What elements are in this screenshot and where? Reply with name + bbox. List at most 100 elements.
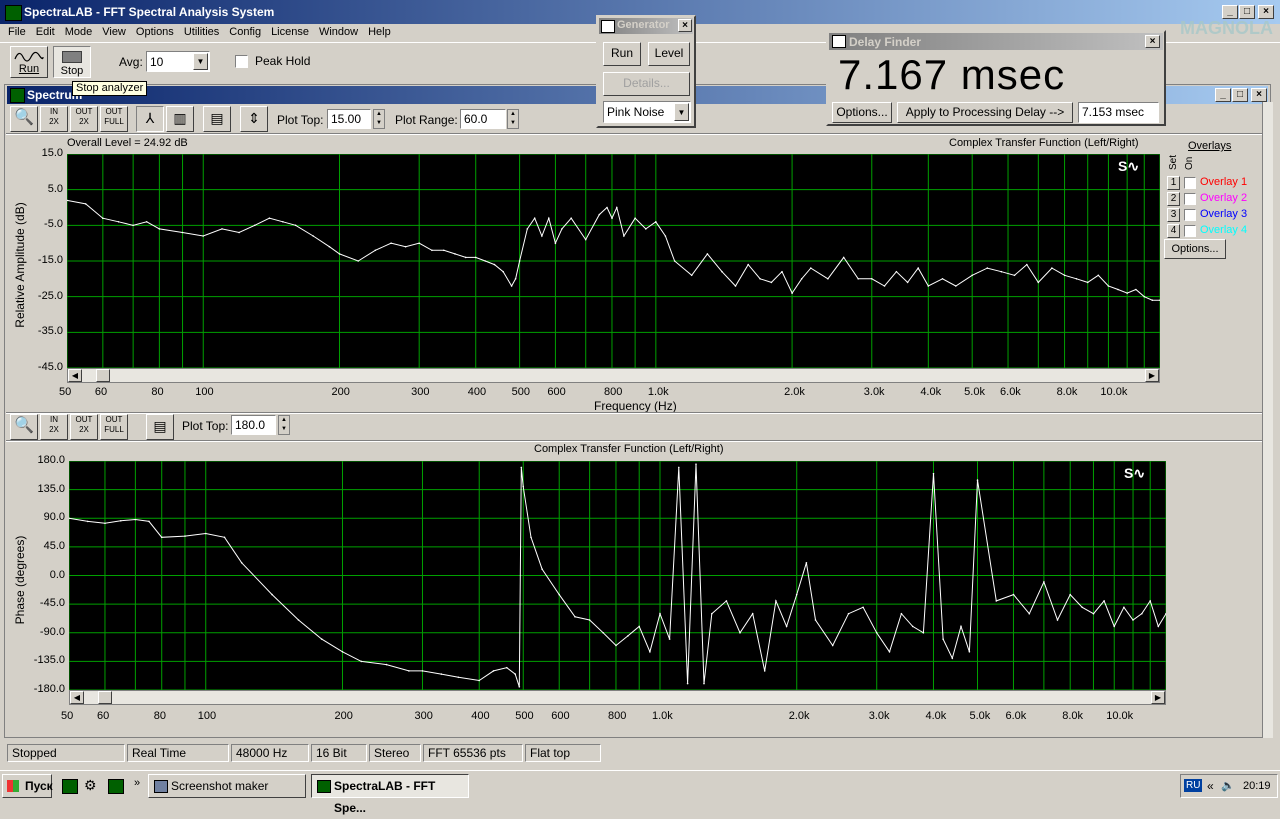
zoom-out-2x-icon[interactable]: OUT 2X	[70, 106, 98, 132]
overlay-set-button[interactable]: 4	[1167, 224, 1180, 238]
tray-sound-icon[interactable]: 🔈	[1221, 779, 1235, 792]
phase-data-point	[1012, 593, 1015, 596]
phase-zoom-in-2x-icon[interactable]: IN 2X	[40, 414, 68, 440]
phase-data-point	[922, 632, 925, 634]
phase-data-point	[1043, 581, 1045, 583]
delay-finder-close-button[interactable]: ×	[1145, 35, 1160, 48]
menu-edit[interactable]: Edit	[31, 22, 60, 42]
overlay-on-checkbox[interactable]	[1184, 177, 1196, 189]
phase-zoom-out-full-icon[interactable]: OUT FULL	[100, 414, 128, 440]
menu-options[interactable]: Options	[131, 22, 179, 42]
generator-run-button[interactable]: Run	[603, 42, 641, 66]
menu-window[interactable]: Window	[314, 22, 363, 42]
phase-zoom-out-2x-icon[interactable]: OUT 2X	[70, 414, 98, 440]
menu-help[interactable]: Help	[363, 22, 396, 42]
plot-range-spinner[interactable]: ▲ ▼	[507, 109, 519, 129]
amp-scrollbar[interactable]: ◀ ▶	[67, 368, 1160, 383]
layout-icon[interactable]: ▤	[203, 106, 231, 132]
phase-plot[interactable]	[68, 460, 1167, 691]
spectrum-minimize-button[interactable]: _	[1215, 88, 1231, 102]
bar-plot-icon[interactable]: ▥	[166, 106, 194, 132]
overlays-options-button[interactable]: Options...	[1164, 239, 1226, 259]
overlay-on-checkbox[interactable]	[1184, 209, 1196, 221]
phase-zoom-icon[interactable]: 🔍	[10, 414, 38, 440]
language-indicator[interactable]: RU	[1184, 779, 1203, 792]
close-button[interactable]: ×	[1258, 5, 1274, 19]
amp-data-point	[734, 285, 737, 287]
generator-dropdown-arrow[interactable]: ▼	[674, 103, 689, 121]
generator-details-button[interactable]: Details...	[603, 72, 690, 96]
amp-xtick-label: 600	[547, 386, 566, 398]
phase-plot-top-spinner[interactable]: ▲ ▼	[278, 415, 290, 435]
run-button[interactable]: Run	[10, 46, 48, 78]
phase-scroll-right[interactable]: ▶	[1151, 691, 1165, 704]
menu-file[interactable]: File	[3, 22, 31, 42]
quicklaunch-app2-icon[interactable]	[108, 779, 124, 794]
phase-scroll-thumb[interactable]	[98, 691, 112, 704]
menu-license[interactable]: License	[266, 22, 314, 42]
peak-hold-checkbox[interactable]	[235, 55, 248, 68]
overlay-on-checkbox[interactable]	[1184, 193, 1196, 205]
stop-button[interactable]: Stop	[53, 46, 91, 78]
spectrum-maximize-button[interactable]: □	[1232, 88, 1248, 102]
delay-options-button[interactable]: Options...	[832, 102, 892, 123]
overlay-on-checkbox[interactable]	[1184, 225, 1196, 237]
avg-select[interactable]: 10 ▼	[146, 51, 210, 72]
phase-scrollbar[interactable]: ◀ ▶	[69, 690, 1166, 705]
task-spectralab[interactable]: SpectraLAB - FFT Spe...	[311, 774, 469, 815]
overlays-title[interactable]: Overlays	[1188, 140, 1231, 152]
quicklaunch-gear-icon[interactable]: ⚙	[84, 777, 97, 794]
menu-view[interactable]: View	[97, 22, 131, 42]
magnola-logo: MAGNOLA	[1180, 18, 1273, 38]
generator-close-button[interactable]: ×	[678, 19, 692, 32]
phase-plot-top-label: Plot Top:	[182, 419, 229, 433]
amp-data-point	[1051, 267, 1053, 269]
amp-plot[interactable]	[66, 153, 1161, 369]
apply-delay-button[interactable]: Apply to Processing Delay -->	[897, 102, 1073, 123]
zoom-icon[interactable]: 🔍	[10, 106, 38, 132]
phase-scroll-left[interactable]: ◀	[70, 691, 84, 704]
generator-signal-select[interactable]: Pink Noise ▼	[603, 101, 691, 123]
plot-range-input[interactable]: 60.0	[460, 109, 506, 129]
amp-scroll-right[interactable]: ▶	[1145, 369, 1159, 382]
overlay-set-button[interactable]: 2	[1167, 192, 1180, 206]
menu-config[interactable]: Config	[224, 22, 266, 42]
line-plot-icon[interactable]: ⅄	[136, 106, 164, 132]
tray-expand-icon[interactable]: «	[1207, 779, 1214, 793]
phase-data-point	[506, 666, 508, 669]
amp-scroll-left[interactable]: ◀	[68, 369, 82, 382]
menu-mode[interactable]: Mode	[60, 22, 98, 42]
maximize-button[interactable]: □	[1239, 5, 1255, 19]
phase-layout-icon[interactable]: ▤	[146, 414, 174, 440]
overlay-set-button[interactable]: 1	[1167, 176, 1180, 190]
processing-delay-field[interactable]: 7.153 msec	[1078, 102, 1159, 123]
amp-data-point	[800, 278, 803, 280]
amp-data-point	[971, 274, 973, 277]
phase-plot-top-input[interactable]: 180.0	[231, 415, 276, 435]
scale-icon[interactable]: ⇕	[240, 106, 268, 132]
peak-hold-label: Peak Hold	[255, 54, 311, 68]
window-vscrollbar[interactable]	[1262, 102, 1273, 738]
generator-level-button[interactable]: Level	[648, 42, 690, 66]
overlays-set-label: Set	[1168, 154, 1179, 170]
zoom-out-full-icon[interactable]: OUT FULL	[100, 106, 128, 132]
avg-dropdown-arrow[interactable]: ▼	[193, 53, 208, 70]
phase-data-point	[805, 562, 808, 564]
start-button[interactable]: Пуск	[2, 774, 53, 798]
amp-data-point	[645, 228, 647, 230]
quicklaunch-app-icon[interactable]	[62, 779, 78, 794]
plot-top-spinner[interactable]: ▲ ▼	[373, 109, 385, 129]
spectrum-close-button[interactable]: ×	[1251, 88, 1267, 102]
spectrum-window-icon	[10, 88, 25, 103]
phase-data-point	[1092, 612, 1095, 615]
plot-top-input[interactable]: 15.00	[327, 109, 371, 129]
task-screenshot-maker[interactable]: Screenshot maker	[148, 774, 306, 798]
overlay-set-button[interactable]: 3	[1167, 208, 1180, 222]
quicklaunch-more-icon[interactable]: »	[134, 777, 140, 789]
amp-data-point	[158, 228, 161, 230]
amp-scroll-thumb[interactable]	[96, 369, 110, 382]
minimize-button[interactable]: _	[1222, 5, 1238, 19]
start-label: Пуск	[25, 779, 53, 793]
menu-utilities[interactable]: Utilities	[179, 22, 224, 42]
zoom-in-2x-icon[interactable]: IN 2X	[40, 106, 68, 132]
